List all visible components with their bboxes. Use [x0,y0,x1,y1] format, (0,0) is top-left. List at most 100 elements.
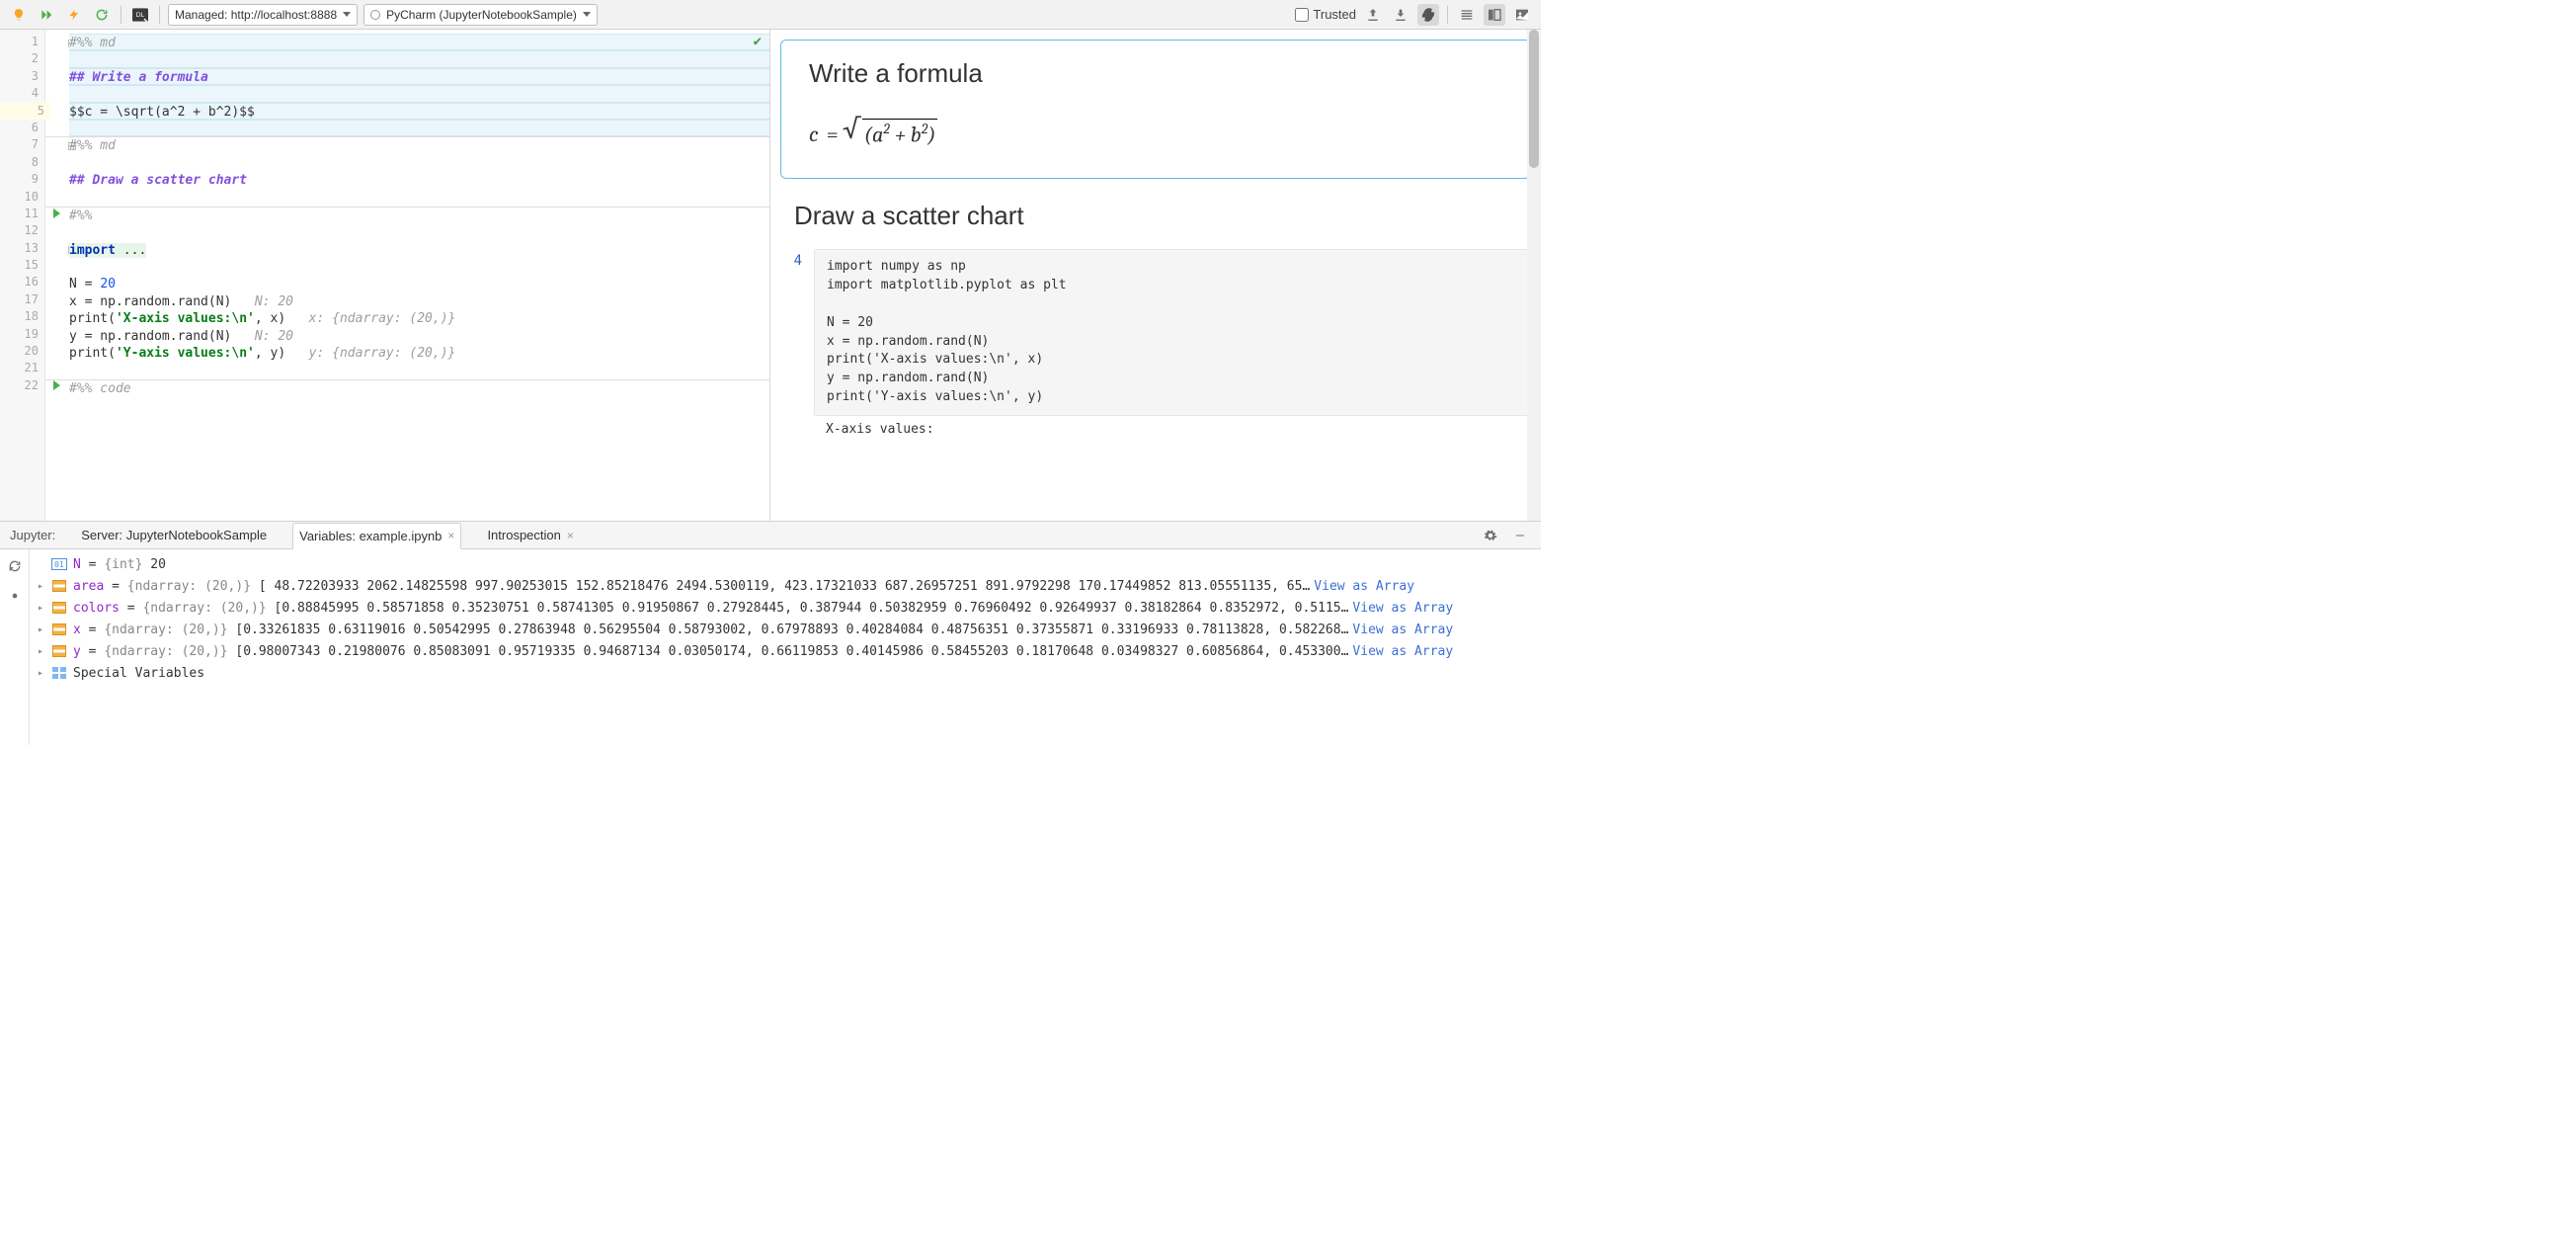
view-as-array-link[interactable]: View as Array [1352,601,1453,616]
code-line[interactable]: ## Write a formula [69,68,769,85]
line-number[interactable]: 11 [0,206,44,222]
code-line[interactable] [69,190,769,207]
preview-markdown-cell[interactable]: Write a formula c= (a2 + b2) [780,40,1531,179]
scrollbar-thumb[interactable] [1529,30,1539,168]
kernel-dropdown-label: PyCharm (JupyterNotebookSample) [386,8,577,22]
code-line[interactable]: print('Y-axis values:\n', y) y: {ndarray… [69,345,769,362]
line-number[interactable]: 16 [0,274,44,290]
code-line[interactable] [69,155,769,172]
preview-output: X-axis values: [814,416,1531,437]
sync-scroll-icon[interactable] [1417,4,1439,26]
preview-formula: c= (a2 + b2) [809,119,1502,150]
variable-row[interactable]: ▸ area = {ndarray: (20,)} [ 48.72203933 … [38,575,1533,597]
chevron-down-icon [343,12,351,17]
kernel-dropdown[interactable]: PyCharm (JupyterNotebookSample) [363,4,598,26]
jupyter-tool-window: Jupyter: Server: JupyterNotebookSample V… [0,522,1541,745]
variable-row[interactable]: ▸ colors = {ndarray: (20,)} [0.88845995 … [38,597,1533,619]
interrupt-icon[interactable] [63,4,85,26]
view-as-array-link[interactable]: View as Array [1314,579,1414,594]
code-line[interactable]: #%% md [69,34,769,50]
variable-row[interactable]: ▸ y = {ndarray: (20,)} [0.98007343 0.219… [38,640,1533,662]
view-as-array-link[interactable]: View as Array [1352,622,1453,637]
code-line[interactable]: x = np.random.rand(N) N: 20 [69,293,769,310]
notebook-toolbar: DL Managed: http://localhost:8888 PyChar… [0,0,1541,30]
preview-code-block: import numpy as np import matplotlib.pyp… [814,249,1531,416]
tab-server[interactable]: Server: JupyterNotebookSample [75,522,273,548]
line-number[interactable]: 19 [0,326,44,343]
code-line[interactable] [69,259,769,276]
line-number[interactable]: 9 [0,171,44,188]
code-line[interactable] [69,120,769,136]
run-all-icon[interactable] [36,4,57,26]
close-icon[interactable]: × [567,529,574,542]
gear-icon[interactable] [1480,525,1501,546]
variable-row[interactable]: 01 N = {int} 20 [38,553,1533,575]
variables-tree[interactable]: 01 N = {int} 20 ▸ area = {ndarray: (20,)… [30,549,1541,745]
editor-gutter: 1− 2 3 4 5 6 7− 8 9 10 11 12 13+ 15 16 1… [0,30,45,521]
code-line[interactable] [69,362,769,378]
code-line[interactable] [69,50,769,67]
line-number[interactable]: 1− [0,34,44,50]
code-line[interactable]: N = 20 [69,276,769,292]
upload-icon[interactable] [1362,4,1384,26]
preview-heading: Write a formula [809,58,1502,89]
code-line[interactable] [69,85,769,102]
line-number[interactable]: 12 [0,222,44,239]
trusted-checkbox-input[interactable] [1295,8,1309,22]
variable-row[interactable]: ▸ Special Variables [38,662,1533,684]
restart-kernel-icon[interactable] [91,4,113,26]
preview-scrollbar[interactable] [1527,30,1541,521]
code-line[interactable]: $$c = \sqrt(a^2 + b^2)$$ [69,103,769,120]
code-line[interactable]: #%% md [69,137,769,154]
download-icon[interactable] [1390,4,1411,26]
split-view-icon[interactable] [1484,4,1505,26]
preview-only-view-icon[interactable] [1511,4,1533,26]
trusted-checkbox[interactable]: Trusted [1295,7,1356,22]
close-icon[interactable]: × [447,529,454,542]
datalore-icon[interactable]: DL [129,4,151,26]
server-dropdown-label: Managed: http://localhost:8888 [175,8,337,22]
view-as-array-link[interactable]: View as Array [1352,644,1453,659]
line-number[interactable]: 13+ [0,240,44,257]
code-line[interactable]: ## Draw a scatter chart [69,172,769,189]
code-line[interactable]: #%% [69,208,769,224]
line-number[interactable]: 6 [0,120,44,136]
bulb-icon[interactable] [8,4,30,26]
code-only-view-icon[interactable] [1456,4,1478,26]
line-number[interactable]: 21 [0,360,44,376]
code-line[interactable]: y = np.random.rand(N) N: 20 [69,328,769,345]
line-number[interactable]: 5 [0,103,50,120]
code-line[interactable]: import ... [69,242,769,259]
special-vars-icon [51,666,67,680]
server-dropdown[interactable]: Managed: http://localhost:8888 [168,4,358,26]
line-number[interactable]: 8 [0,154,44,171]
preview-pane: Write a formula c= (a2 + b2) Draw a scat… [770,30,1541,521]
settings-icon[interactable] [4,585,26,607]
minimize-icon[interactable] [1509,525,1531,546]
line-number[interactable]: 17 [0,291,44,308]
line-number[interactable]: 4 [0,85,44,102]
ndarray-type-icon [51,622,67,636]
kernel-status-icon [370,10,380,20]
line-number[interactable]: 18 [0,308,44,325]
chevron-down-icon [583,12,591,17]
code-line[interactable]: print('X-axis values:\n', x) x: {ndarray… [69,310,769,327]
variable-row[interactable]: ▸ x = {ndarray: (20,)} [0.33261835 0.631… [38,619,1533,640]
line-number[interactable]: 3 [0,68,44,85]
preview-code-cell[interactable]: 4 import numpy as np import matplotlib.p… [780,249,1531,416]
code-editor[interactable]: ✔ #%% md ## Write a formula $$c = \sqrt(… [45,30,769,521]
tab-introspection[interactable]: Introspection× [481,522,579,548]
line-number[interactable]: 2 [0,50,44,67]
line-number[interactable]: 22 [0,377,44,394]
line-number[interactable]: 20 [0,343,44,360]
refresh-icon[interactable] [4,555,26,577]
toolbar-separator [159,6,160,24]
line-number[interactable]: 15 [0,257,44,274]
code-line[interactable]: #%% code [69,380,769,397]
code-line[interactable] [69,224,769,241]
jupyter-label: Jupyter: [10,528,55,542]
tab-variables[interactable]: Variables: example.ipynb× [292,523,461,549]
line-number[interactable]: 7− [0,136,44,153]
line-number[interactable]: 10 [0,189,44,206]
variables-side-toolbar [0,549,30,745]
